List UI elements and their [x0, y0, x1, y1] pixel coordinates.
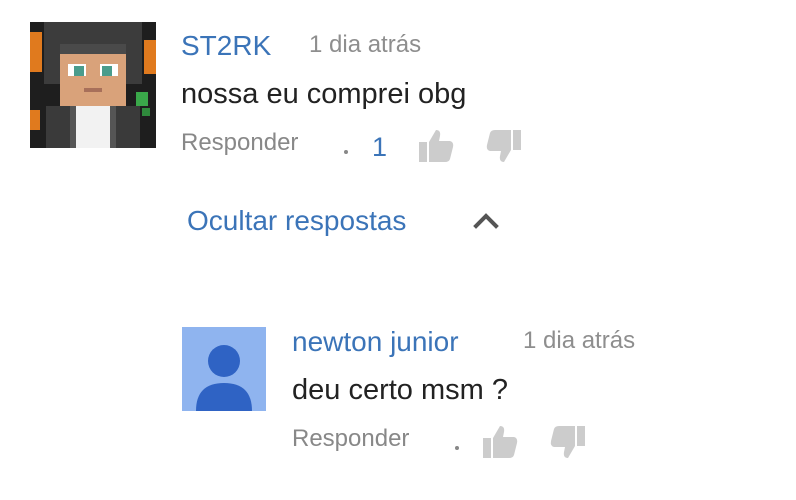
- hide-replies-toggle[interactable]: Ocultar respostas: [187, 207, 406, 235]
- reply-text: deu certo msm ?: [292, 374, 508, 406]
- reply-button[interactable]: Responder: [292, 427, 409, 451]
- reply-button[interactable]: Responder: [181, 131, 298, 155]
- reply-timestamp[interactable]: 1 dia atrás: [523, 329, 635, 353]
- comment-text: nossa eu comprei obg: [181, 78, 467, 110]
- like-count: 1: [372, 132, 388, 162]
- thumbs-up-icon[interactable]: [416, 126, 456, 166]
- comment-author[interactable]: ST2RK: [181, 32, 271, 60]
- thumbs-down-icon[interactable]: [484, 126, 524, 166]
- comment: ST2RK 1 dia atrás nossa eu comprei obg R…: [0, 0, 796, 190]
- avatar[interactable]: [30, 22, 156, 148]
- reply-author[interactable]: newton junior: [292, 328, 459, 356]
- minecraft-skin-avatar: [30, 22, 156, 148]
- default-avatar[interactable]: [182, 327, 266, 411]
- user-silhouette-icon: [196, 345, 252, 411]
- thumbs-up-icon[interactable]: [480, 422, 520, 462]
- separator-dot: [344, 150, 348, 154]
- separator-dot: [455, 446, 459, 450]
- reply: newton junior 1 dia atrás deu certo msm …: [0, 300, 796, 490]
- thumbs-down-icon[interactable]: [548, 422, 588, 462]
- comment-timestamp[interactable]: 1 dia atrás: [309, 33, 421, 57]
- chevron-up-icon[interactable]: [471, 208, 501, 234]
